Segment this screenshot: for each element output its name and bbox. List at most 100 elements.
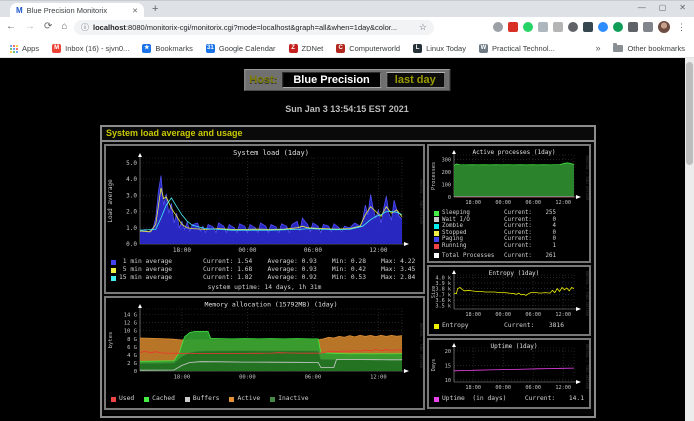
close-icon[interactable]: ✕: [679, 3, 686, 12]
entropy-chart[interactable]: 3.5 k3.6 k3.7 k3.8 k3.9 k4.0 k18:0000:00…: [429, 267, 589, 320]
legend-row: StoppedCurrent:0: [434, 230, 584, 237]
svg-text:00:00: 00:00: [495, 200, 511, 206]
svg-text:RRDTOOL / TOBI OETIKER: RRDTOOL / TOBI OETIKER: [419, 323, 423, 369]
svg-text:4.0 k: 4.0 k: [435, 275, 451, 281]
system-load-chart[interactable]: 0.01.02.03.04.05.018:0000:0006:0012:00Sy…: [106, 146, 423, 258]
gmail-envelope-ext-icon[interactable]: [508, 22, 518, 32]
legend-text: 255: [538, 210, 556, 217]
svg-text:3.6 k: 3.6 k: [435, 298, 451, 304]
svg-text:RRDTOOL / TOBI OETIKER: RRDTOOL / TOBI OETIKER: [419, 180, 423, 226]
svg-text:2 G: 2 G: [127, 361, 137, 367]
bookmark-label: ZDNet: [302, 44, 324, 53]
page-scrollbar[interactable]: [685, 58, 694, 421]
svg-text:Uptime (1day): Uptime (1day): [491, 343, 538, 350]
zdnet-icon: Z: [289, 44, 298, 53]
page-info-icon[interactable]: ⓘ: [81, 22, 89, 33]
memory-chart[interactable]: 02 G4 G6 G8 G10 G12 G14 G18:0000:0006:00…: [106, 298, 423, 393]
entropy-graph[interactable]: 3.5 k3.6 k3.7 k3.8 k3.9 k4.0 k18:0000:00…: [427, 265, 591, 336]
report-timestamp: Sun Jan 3 13:54:15 EST 2021: [0, 104, 694, 114]
url-text[interactable]: localhost:8080/monitorix-cgi/monitorix.c…: [93, 23, 415, 32]
legend-item: Used: [111, 395, 134, 403]
extensions-puzzle-icon[interactable]: [628, 22, 638, 32]
legend-row: EntropyCurrent:3816: [434, 322, 584, 330]
legend-text: Used: [119, 395, 134, 403]
svg-text:00:00: 00:00: [239, 375, 256, 381]
maximize-icon[interactable]: ▢: [659, 3, 667, 12]
bookmark-item[interactable]: MInbox (16) - sjvn0...: [52, 44, 129, 53]
svg-text:06:00: 06:00: [304, 247, 322, 254]
home-icon[interactable]: ⌂: [61, 21, 67, 32]
new-tab-button[interactable]: +: [152, 3, 158, 15]
browser-menu-icon[interactable]: ⋮: [677, 22, 686, 33]
svg-text:10: 10: [445, 378, 451, 384]
legend-text: 0: [538, 236, 556, 243]
host-name: Blue Precision: [282, 72, 380, 88]
legend-swatch: [111, 276, 116, 281]
legend-swatch: [111, 397, 116, 402]
entropy-legend: EntropyCurrent:3816: [429, 322, 589, 330]
legend-text: Zombie: [442, 223, 504, 230]
bookmark-item[interactable]: LLinux Today: [413, 44, 466, 53]
star-icon: ★: [142, 44, 151, 53]
bookmark-item[interactable]: Z ZDNet: [289, 44, 324, 53]
browser-tab[interactable]: M Blue Precision Monitorix ✕: [10, 3, 144, 18]
bookmarks-overflow-icon[interactable]: »: [595, 43, 600, 53]
svg-text:Processes: Processes: [431, 162, 437, 190]
phone-call-ext-icon[interactable]: [523, 22, 533, 32]
svg-text:300: 300: [442, 157, 451, 163]
legend-swatch: [270, 397, 275, 402]
pages-copy-ext-icon[interactable]: [538, 22, 548, 32]
bookmark-item[interactable]: ★Bookmarks: [142, 44, 193, 53]
legend-text: Buffers: [193, 395, 220, 403]
legend-text: 1: [538, 243, 556, 250]
svg-text:6 G: 6 G: [127, 345, 137, 351]
svg-text:06:00: 06:00: [525, 385, 541, 391]
uptime-graph[interactable]: 10152018:0000:0006:0012:00Uptime (1day)D…: [427, 338, 591, 409]
processes-graph[interactable]: 010020030018:0000:0006:0012:00Active pro…: [427, 144, 591, 263]
svg-text:0.0: 0.0: [126, 241, 137, 248]
screen-share-ext-icon[interactable]: [583, 22, 593, 32]
apps-shortcut[interactable]: Apps: [9, 44, 39, 53]
linux-today-icon: L: [413, 44, 422, 53]
system-load-graph[interactable]: 0.01.02.03.04.05.018:0000:0006:0012:00Sy…: [104, 144, 425, 294]
system-section: System load average and usage 0.01.02.03…: [100, 125, 596, 418]
bookmark-item[interactable]: CComputerworld: [336, 44, 400, 53]
eye-ext-icon[interactable]: [568, 22, 578, 32]
bookmark-item[interactable]: WPractical Technol...: [479, 44, 555, 53]
legend-swatch: [434, 397, 439, 402]
bookmark-star-icon[interactable]: ☆: [419, 22, 427, 33]
other-bookmarks[interactable]: Other bookmarks: [613, 44, 685, 53]
graphs-grid: 0.01.02.03.04.05.018:0000:0006:0012:00Sy…: [102, 142, 594, 414]
legend-swatch: [434, 211, 439, 216]
uptime-chart[interactable]: 10152018:0000:0006:0012:00Uptime (1day)D…: [429, 340, 589, 393]
processes-chart[interactable]: 010020030018:0000:0006:0012:00Active pro…: [429, 146, 589, 210]
forward-icon[interactable]: →: [25, 21, 35, 32]
monitorix-favicon-icon: M: [16, 7, 23, 15]
legend-swatch: [434, 224, 439, 229]
back-icon[interactable]: ←: [6, 21, 16, 32]
memory-graph[interactable]: 02 G4 G6 G8 G10 G12 G14 G18:0000:0006:00…: [104, 296, 425, 410]
profile-avatar[interactable]: [658, 21, 670, 33]
bookmark-item[interactable]: 31Google Calendar: [206, 44, 276, 53]
notes-ext-icon[interactable]: [553, 22, 563, 32]
legend-item: Cached: [144, 395, 175, 403]
legend-text: Current:: [504, 243, 538, 250]
scrollbar-thumb[interactable]: [686, 62, 693, 165]
minimize-icon[interactable]: —: [638, 3, 646, 12]
host-label: Host:: [249, 74, 277, 86]
legend-text: Current:: [504, 217, 538, 224]
tab-list-icon[interactable]: [643, 22, 653, 32]
svg-text:00:00: 00:00: [495, 312, 511, 318]
svg-text:06:00: 06:00: [525, 200, 541, 206]
legend-text: Current:: [504, 236, 538, 243]
zoom-search-ext-icon[interactable]: [493, 22, 503, 32]
reload-icon[interactable]: ⟳: [44, 21, 52, 32]
tab-close-icon[interactable]: ✕: [132, 7, 138, 15]
svg-text:3.9 k: 3.9 k: [435, 281, 451, 287]
zoom-meet-ext-icon[interactable]: [598, 22, 608, 32]
legend-text: Current: 1.68 Average: 0.93 Min: 0.42 Ma…: [203, 266, 415, 274]
sheets-ext-icon[interactable]: [613, 22, 623, 32]
svg-text:12:00: 12:00: [369, 247, 387, 254]
svg-text:12:00: 12:00: [555, 312, 571, 318]
address-bar[interactable]: ⓘ localhost:8080/monitorix-cgi/monitorix…: [74, 20, 434, 35]
